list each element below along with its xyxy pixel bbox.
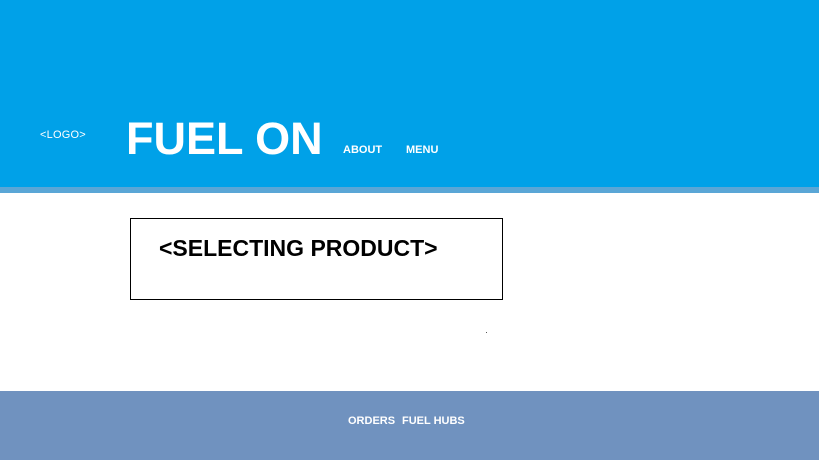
header-divider (0, 187, 819, 193)
nav-menu-link[interactable]: MENU (406, 144, 438, 156)
stray-dot (486, 332, 487, 333)
page: <LOGO> FUEL ON ABOUT MENU <SELECTING PRO… (0, 0, 819, 460)
nav-about-link[interactable]: ABOUT (343, 144, 382, 156)
site-header: <LOGO> FUEL ON ABOUT MENU (0, 0, 819, 187)
footer-orders-link[interactable]: ORDERS (348, 415, 395, 427)
footer-fuel-hubs-link[interactable]: FUEL HUBS (402, 415, 465, 427)
brand-title[interactable]: FUEL ON (126, 113, 323, 165)
logo-placeholder[interactable]: <LOGO> (40, 129, 86, 141)
site-footer: ORDERS FUEL HUBS (0, 391, 819, 460)
product-selection-label: <SELECTING PRODUCT> (159, 235, 438, 261)
product-selection-box[interactable]: <SELECTING PRODUCT> (130, 218, 503, 300)
